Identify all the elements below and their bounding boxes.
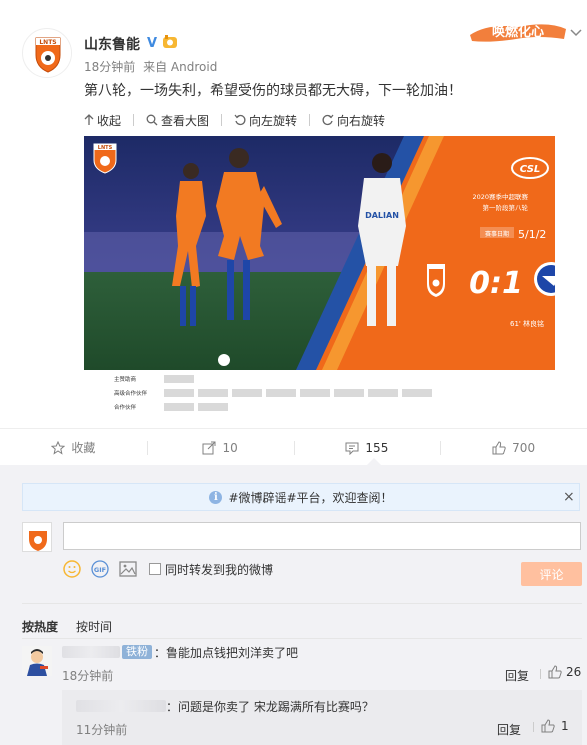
comment-text: ：鲁能加点钱把刘洋卖了吧 xyxy=(154,645,299,660)
forward-button[interactable]: 10 xyxy=(146,429,294,466)
replier-name-blurred[interactable] xyxy=(76,700,166,712)
comment-caret xyxy=(367,458,381,465)
svg-text:CSL: CSL xyxy=(520,164,541,175)
thumbs-up-icon xyxy=(492,440,506,454)
comment-sort: 按热度 按时间 xyxy=(22,618,130,635)
sponsor-row-1: 主赞助商 xyxy=(114,375,137,383)
sub-reply-row: ：问题是你卖了 宋龙踢满所有比赛吗？ xyxy=(76,698,374,714)
composer-tools: GIF 同时转发到我的微博 xyxy=(63,559,273,579)
rotate-right-button[interactable]: 向右旋转 xyxy=(322,112,385,129)
author-name[interactable]: 山东鲁能 xyxy=(84,34,140,54)
svg-text:唤燃化心: 唤燃化心 xyxy=(492,24,544,40)
rotate-left-icon xyxy=(234,114,246,126)
notice-text[interactable]: #微博辟谣#平台，欢迎查阅！ xyxy=(228,489,392,506)
sub-reply-button[interactable]: 回复 xyxy=(497,721,521,738)
fan-badge: 铁粉 xyxy=(122,645,152,659)
svg-text:GIF: GIF xyxy=(94,566,106,574)
thumbs-up-icon xyxy=(541,719,555,733)
svg-text:DALIAN: DALIAN xyxy=(365,211,399,220)
collapse-image-button[interactable]: 收起 xyxy=(84,112,121,129)
gif-icon: GIF xyxy=(91,560,109,578)
sub-reply-time: 11分钟前 xyxy=(76,723,128,737)
match-score: 0:1 xyxy=(469,266,523,301)
notice-close-button[interactable]: × xyxy=(563,489,575,505)
match-graphic: DALIAN LNTS CSL 2020赛季中超联赛 第一阶段第八轮 赛事日期 … xyxy=(84,136,555,418)
sort-by-hot[interactable]: 按热度 xyxy=(22,618,58,635)
card-decoration: 唤燃化心 xyxy=(468,15,568,45)
my-avatar xyxy=(22,522,52,552)
image-toolbar: 收起 查看大图 向左旋转 向右旋转 xyxy=(84,112,397,128)
forward-icon xyxy=(202,441,216,454)
season-line-1: 2020赛季中超联赛 xyxy=(472,192,528,201)
rotate-right-icon xyxy=(322,114,334,126)
club-crest-icon xyxy=(29,526,47,551)
smiley-icon xyxy=(63,560,81,578)
like-button[interactable]: 700 xyxy=(440,429,587,466)
home-crest-icon xyxy=(427,264,445,297)
date-value: 5/1/2 xyxy=(518,228,546,241)
sponsor-row-3: 合作伙伴 xyxy=(114,403,137,411)
svg-text:LNTS: LNTS xyxy=(39,39,56,46)
post-action-bar: 收藏 10 155 700 xyxy=(0,428,587,466)
image-button[interactable] xyxy=(119,561,137,577)
decoration-brush-icon: 唤燃化心 xyxy=(470,24,566,42)
season-line-2: 第一阶段第八轮 xyxy=(483,203,529,212)
commenter-name-blurred[interactable] xyxy=(62,646,120,658)
magnifier-icon xyxy=(146,114,158,126)
commenter-avatar[interactable] xyxy=(22,646,52,676)
weibo-post-card: LNTS 山东鲁能 V 18分钟前 来自 Android 唤燃化心 第八轮，一场… xyxy=(0,0,587,745)
picture-icon xyxy=(119,561,137,577)
gif-button[interactable]: GIF xyxy=(91,560,109,578)
comment-like-button[interactable]: 26 xyxy=(548,665,581,679)
comment-icon xyxy=(345,442,359,455)
vip-badge-icon[interactable] xyxy=(162,35,178,49)
post-meta: 18分钟前 来自 Android xyxy=(84,58,217,75)
match-result-image[interactable]: DALIAN LNTS CSL 2020赛季中超联赛 第一阶段第八轮 赛事日期 … xyxy=(84,136,555,418)
sub-reply-like-button[interactable]: 1 xyxy=(541,719,569,733)
comment-time: 18分钟前 xyxy=(62,669,114,683)
sponsor-row-2: 高级合作伙伴 xyxy=(114,389,148,397)
view-large-image-button[interactable]: 查看大图 xyxy=(146,112,209,129)
sub-reply-text: ：问题是你卖了 宋龙踢满所有比赛吗？ xyxy=(166,699,374,714)
rotate-left-button[interactable]: 向左旋转 xyxy=(234,112,297,129)
emoji-button[interactable] xyxy=(63,560,81,578)
forward-to-my-weibo[interactable]: 同时转发到我的微博 xyxy=(149,561,273,578)
svg-text:V: V xyxy=(147,36,157,49)
chevron-down-icon[interactable] xyxy=(570,28,582,38)
forward-checkbox[interactable] xyxy=(149,563,161,575)
comment-reply-button[interactable]: 回复 xyxy=(505,667,529,684)
rumor-notice-bar[interactable]: i #微博辟谣#平台，欢迎查阅！ xyxy=(22,483,580,511)
scorer-line: 61' 林良铭 xyxy=(510,319,544,328)
sort-by-time[interactable]: 按时间 xyxy=(76,618,112,635)
comment-input[interactable] xyxy=(63,522,581,550)
date-label: 赛事日期 xyxy=(485,230,509,238)
author-avatar[interactable]: LNTS xyxy=(22,28,72,78)
verified-icon: V xyxy=(147,36,157,49)
club-crest-icon: LNTS xyxy=(24,30,71,77)
post-source: 来自 Android xyxy=(143,60,218,74)
favorite-button[interactable]: 收藏 xyxy=(0,429,147,466)
club-badge-icon: LNTS xyxy=(93,143,117,174)
star-icon xyxy=(51,440,66,455)
arrow-up-icon xyxy=(84,114,94,125)
info-icon: i xyxy=(209,490,223,504)
submit-comment-button[interactable]: 评论 xyxy=(521,562,582,586)
svg-text:LNTS: LNTS xyxy=(98,145,113,151)
post-content: 第八轮，一场失利，希望受伤的球员都无大碍，下一轮加油！ xyxy=(84,83,462,99)
post-time[interactable]: 18分钟前 xyxy=(84,60,135,74)
cartoon-avatar-icon xyxy=(22,646,52,676)
comment-row: 铁粉 ：鲁能加点钱把刘洋卖了吧 xyxy=(62,644,298,660)
thumbs-up-icon xyxy=(548,665,562,679)
